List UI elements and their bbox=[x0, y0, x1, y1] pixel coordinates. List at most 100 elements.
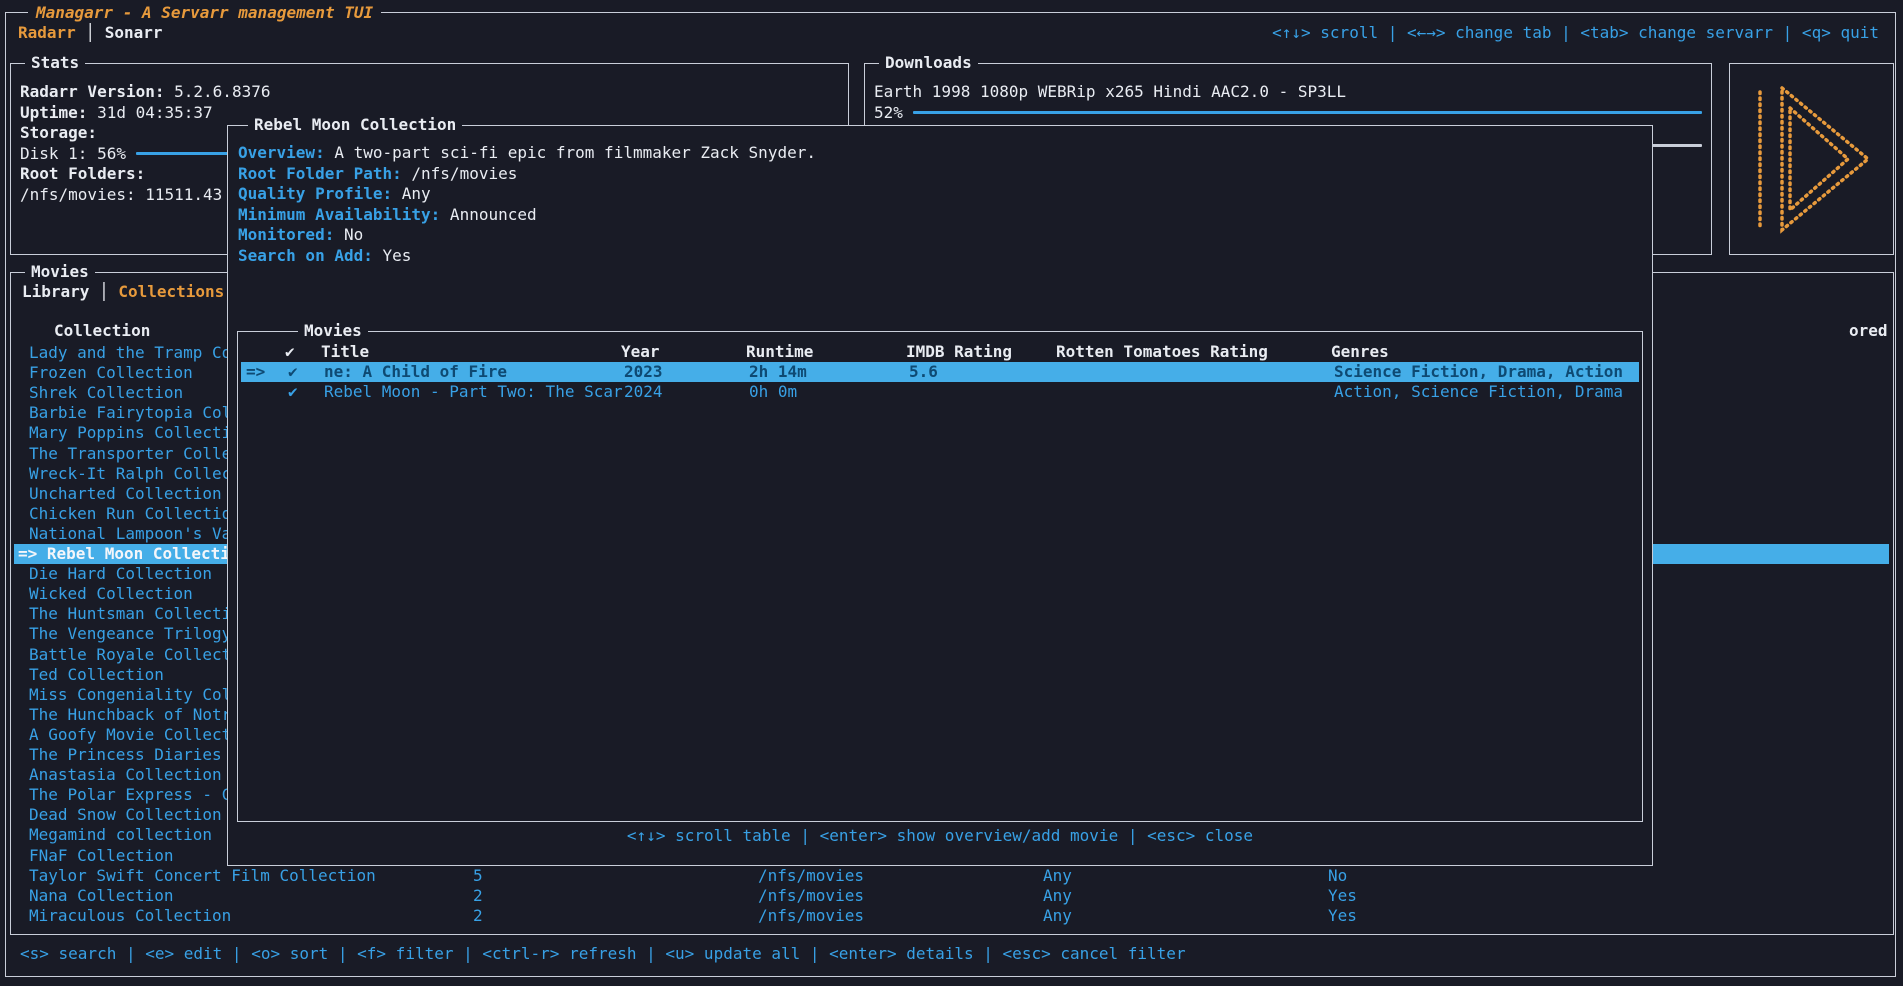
collection-name: Shrek Collection bbox=[29, 383, 183, 403]
detail-field-label: Root Folder Path: bbox=[238, 164, 402, 183]
movie-year: 2023 bbox=[624, 362, 663, 382]
collection-row[interactable]: Taylor Swift Concert Film Collection5/nf… bbox=[14, 866, 1889, 886]
movie-runtime: 2h 14m bbox=[749, 362, 807, 382]
collection-quality-profile: Any bbox=[1043, 886, 1072, 906]
collection-root-folder: /nfs/movies bbox=[758, 886, 864, 906]
check-icon: ✔ bbox=[288, 362, 298, 382]
bottom-keybind-help: <s> search | <e> edit | <o> sort | <f> f… bbox=[20, 944, 1186, 964]
movie-runtime: 0h 0m bbox=[749, 382, 797, 402]
modal-movies-title: Movies bbox=[298, 321, 368, 341]
movie-genres: Science Fiction, Drama, Action bbox=[1334, 362, 1623, 382]
stats-version: Radarr Version: 5.2.6.8376 bbox=[20, 82, 839, 103]
collection-row[interactable]: Nana Collection 2/nfs/movies Any Yes bbox=[14, 886, 1889, 906]
check-icon: ✔ bbox=[288, 382, 298, 402]
detail-field-label: Search on Add: bbox=[238, 246, 373, 265]
collection-name: Wreck-It Ralph Collec bbox=[29, 464, 231, 484]
collection-quality-profile: Any bbox=[1043, 866, 1072, 886]
download-item-name: Earth 1998 1080p WEBRip x265 Hindi AAC2.… bbox=[874, 82, 1702, 103]
collection-movie-count: 2 bbox=[473, 906, 483, 926]
movie-col-header: Rotten Tomatoes Rating bbox=[1056, 342, 1268, 362]
servarr-tabs: Radarr │ Sonarr bbox=[18, 23, 163, 43]
collection-name: Nana Collection bbox=[29, 886, 174, 906]
app-title: Managarr - A Servarr management TUI bbox=[28, 3, 381, 23]
collection-monitored: Yes bbox=[1328, 886, 1357, 906]
tab-library[interactable]: Library bbox=[22, 282, 89, 301]
collection-name: Uncharted Collection bbox=[29, 484, 222, 504]
collection-root-folder: /nfs/movies bbox=[758, 906, 864, 926]
movie-col-header: Genres bbox=[1331, 342, 1389, 362]
monitored-column-header-fragment: ored bbox=[1849, 321, 1888, 341]
detail-field: Monitored: No bbox=[238, 225, 1642, 246]
detail-field-value: Announced bbox=[440, 205, 536, 224]
collection-name: Miss Congeniality Col bbox=[29, 685, 231, 705]
collection-name: Chicken Run Collectio bbox=[29, 504, 231, 524]
collection-name: => Rebel Moon Collection bbox=[18, 544, 249, 564]
collection-name: FNaF Collection bbox=[29, 846, 174, 866]
detail-field-label: Monitored: bbox=[238, 225, 334, 244]
collection-name: Megamind collection bbox=[29, 825, 212, 845]
collection-name: Battle Royale Collect bbox=[29, 645, 231, 665]
collection-movie-count: 2 bbox=[473, 886, 483, 906]
collection-name: Frozen Collection bbox=[29, 363, 193, 383]
collection-name: The Hunchback of Notr bbox=[29, 705, 231, 725]
collection-name: The Huntsman Collecti bbox=[29, 604, 231, 624]
collection-name: Taylor Swift Concert Film Collection bbox=[29, 866, 376, 886]
collection-row[interactable]: Miraculous Collection2/nfs/moviesAnyYes bbox=[14, 906, 1889, 926]
check-column-icon: ✔ bbox=[285, 342, 295, 362]
detail-field-value: Yes bbox=[373, 246, 412, 265]
collection-name: The Transporter Colle bbox=[29, 444, 231, 464]
collection-monitored: Yes bbox=[1328, 906, 1357, 926]
app-root: Managarr - A Servarr management TUI Rada… bbox=[0, 0, 1903, 986]
selection-arrow: => bbox=[246, 362, 265, 382]
movies-tabs: Library │ Collections │ bbox=[22, 282, 244, 302]
detail-field-label: Quality Profile: bbox=[238, 184, 392, 203]
collection-name: Ted Collection bbox=[29, 665, 164, 685]
collection-movie-count: 5 bbox=[473, 866, 483, 886]
movie-col-header: Runtime bbox=[746, 342, 813, 362]
collection-monitored: No bbox=[1328, 866, 1347, 886]
modal-keybind-help: <↑↓> scroll table | <enter> show overvie… bbox=[228, 826, 1652, 846]
movie-row[interactable]: ✔Rebel Moon - Part Two: The Scar20240h 0… bbox=[241, 382, 1639, 402]
detail-field-value: Any bbox=[392, 184, 431, 203]
collection-name: Lady and the Tramp Co bbox=[29, 343, 231, 363]
managarr-logo bbox=[1730, 64, 1893, 254]
movie-year: 2024 bbox=[624, 382, 663, 402]
detail-field: Quality Profile: Any bbox=[238, 184, 1642, 205]
collection-name: The Vengeance Trilogy bbox=[29, 624, 231, 644]
collection-quality-profile: Any bbox=[1043, 906, 1072, 926]
detail-field-value: No bbox=[334, 225, 363, 244]
detail-field: Root Folder Path: /nfs/movies bbox=[238, 164, 1642, 185]
collection-name: National Lampoon's Va bbox=[29, 524, 231, 544]
movies-table-header: ✔ Title Year Runtime IMDB Rating Rotten Tomat… bbox=[238, 342, 1642, 362]
tab-sonarr[interactable]: Sonarr bbox=[105, 23, 163, 42]
movie-col-header: Title bbox=[321, 342, 369, 362]
movie-col-header: IMDB Rating bbox=[906, 342, 1012, 362]
detail-field: Minimum Availability: Announced bbox=[238, 205, 1642, 226]
tab-radarr[interactable]: Radarr bbox=[18, 23, 76, 42]
movie-col-header: Year bbox=[621, 342, 660, 362]
collection-name: The Polar Express - C bbox=[29, 785, 231, 805]
detail-field: Search on Add: Yes bbox=[238, 246, 1642, 267]
detail-field-value: A two-part sci-fi epic from filmmaker Za… bbox=[325, 143, 816, 162]
collection-name: Die Hard Collection bbox=[29, 564, 212, 584]
download-progress-row: 52% bbox=[874, 103, 1702, 124]
movie-row[interactable]: =>✔ne: A Child of Fire20232h 14m5.6Scien… bbox=[241, 362, 1639, 382]
tab-collections[interactable]: Collections bbox=[118, 282, 224, 301]
collection-name: Mary Poppins Collecti bbox=[29, 423, 231, 443]
modal-movies-box: Movies ✔TitleYearRuntimeIMDB RatingRotte… bbox=[237, 331, 1643, 822]
detail-field-label: Minimum Availability: bbox=[238, 205, 440, 224]
modal-fields: Overview: A two-part sci-fi epic from fi… bbox=[238, 143, 1642, 266]
movies-panel-title: Movies bbox=[25, 262, 95, 282]
collection-name: The Princess Diaries bbox=[29, 745, 222, 765]
detail-field: Overview: A two-part sci-fi epic from fi… bbox=[238, 143, 1642, 164]
download-progress-gauge bbox=[913, 111, 1702, 114]
detail-field-label: Overview: bbox=[238, 143, 325, 162]
tab-separator: │ bbox=[76, 23, 105, 42]
movie-title: ne: A Child of Fire bbox=[324, 362, 507, 382]
collection-name: A Goofy Movie Collect bbox=[29, 725, 231, 745]
tab-separator: │ bbox=[89, 282, 118, 301]
collection-name: Anastasia Collection bbox=[29, 765, 222, 785]
modal-title: Rebel Moon Collection bbox=[248, 115, 462, 135]
collection-name: Dead Snow Collection bbox=[29, 805, 222, 825]
detail-field-value: /nfs/movies bbox=[402, 164, 518, 183]
